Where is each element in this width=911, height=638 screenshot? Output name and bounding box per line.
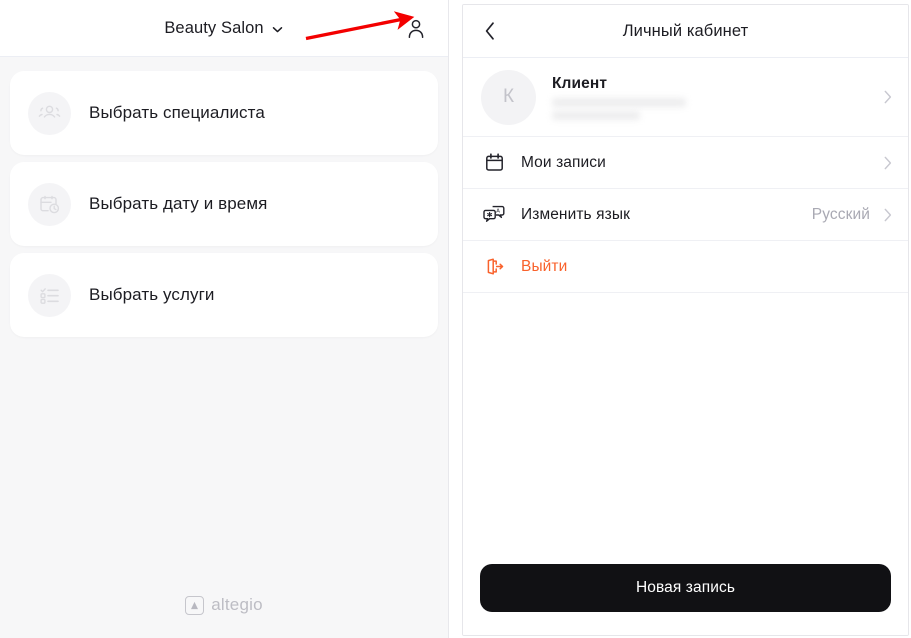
altegio-logo-icon [185, 595, 205, 615]
card-select-services[interactable]: Выбрать услуги [10, 253, 438, 337]
account-panel: Личный кабинет К Клиент Мои записи A Изм… [462, 4, 909, 636]
menu-item-label: Выйти [521, 257, 568, 275]
logout-icon [481, 254, 507, 280]
redacted-line [552, 110, 640, 120]
card-select-datetime[interactable]: Выбрать дату и время [10, 162, 438, 246]
chevron-down-icon [271, 23, 284, 36]
menu-item-logout[interactable]: Выйти [463, 241, 908, 293]
card-label: Выбрать специалиста [89, 103, 265, 122]
menu-item-label: Мои записи [521, 153, 606, 171]
menu-item-value: Русский [811, 205, 870, 223]
avatar-initial: К [502, 86, 515, 107]
altegio-branding: altegio [0, 595, 448, 615]
chevron-right-icon [883, 90, 892, 105]
calendar-icon [481, 150, 507, 176]
account-panel-header: Личный кабинет [463, 5, 908, 58]
account-menu: К Клиент Мои записи A Изменить язык Русс… [463, 58, 908, 293]
profile-name: Клиент [552, 74, 608, 92]
card-select-specialist[interactable]: Выбрать специалиста [10, 71, 438, 155]
chevron-left-icon[interactable] [477, 18, 503, 44]
app-root: Beauty Salon Выбрать специалиста Выбрать… [0, 0, 911, 638]
new-appointment-button[interactable]: Новая запись [480, 564, 891, 612]
booking-action-cards: Выбрать специалиста Выбрать дату и время… [0, 57, 448, 337]
redacted-line [552, 97, 686, 107]
panel-spacer [463, 293, 908, 564]
card-label: Выбрать дату и время [89, 194, 268, 213]
profile-row[interactable]: К Клиент [463, 58, 908, 137]
menu-item-change-language[interactable]: A Изменить язык Русский [463, 189, 908, 241]
menu-item-label: Изменить язык [521, 205, 630, 223]
left-panel-header: Beauty Salon [0, 0, 448, 57]
people-group-icon [28, 91, 71, 135]
chevron-right-icon [883, 155, 892, 170]
salon-name: Beauty Salon [164, 18, 264, 37]
account-panel-footer: Новая запись [463, 564, 908, 635]
profile-contact-redacted [552, 97, 867, 120]
menu-item-my-appointments[interactable]: Мои записи [463, 137, 908, 189]
chevron-right-icon [883, 207, 892, 222]
person-icon[interactable] [403, 15, 429, 41]
translate-icon: A [481, 202, 507, 228]
card-label: Выбрать услуги [89, 285, 215, 304]
altegio-wordmark: altegio [211, 595, 263, 614]
checklist-icon [28, 273, 71, 317]
page-title: Личный кабинет [622, 21, 749, 40]
calendar-clock-icon [28, 182, 71, 226]
salon-selector[interactable]: Beauty Salon [164, 19, 283, 38]
profile-texts: Клиент [552, 75, 867, 120]
avatar: К [481, 69, 536, 125]
svg-text:A: A [496, 209, 500, 215]
booking-panel: Beauty Salon Выбрать специалиста Выбрать… [0, 0, 449, 638]
